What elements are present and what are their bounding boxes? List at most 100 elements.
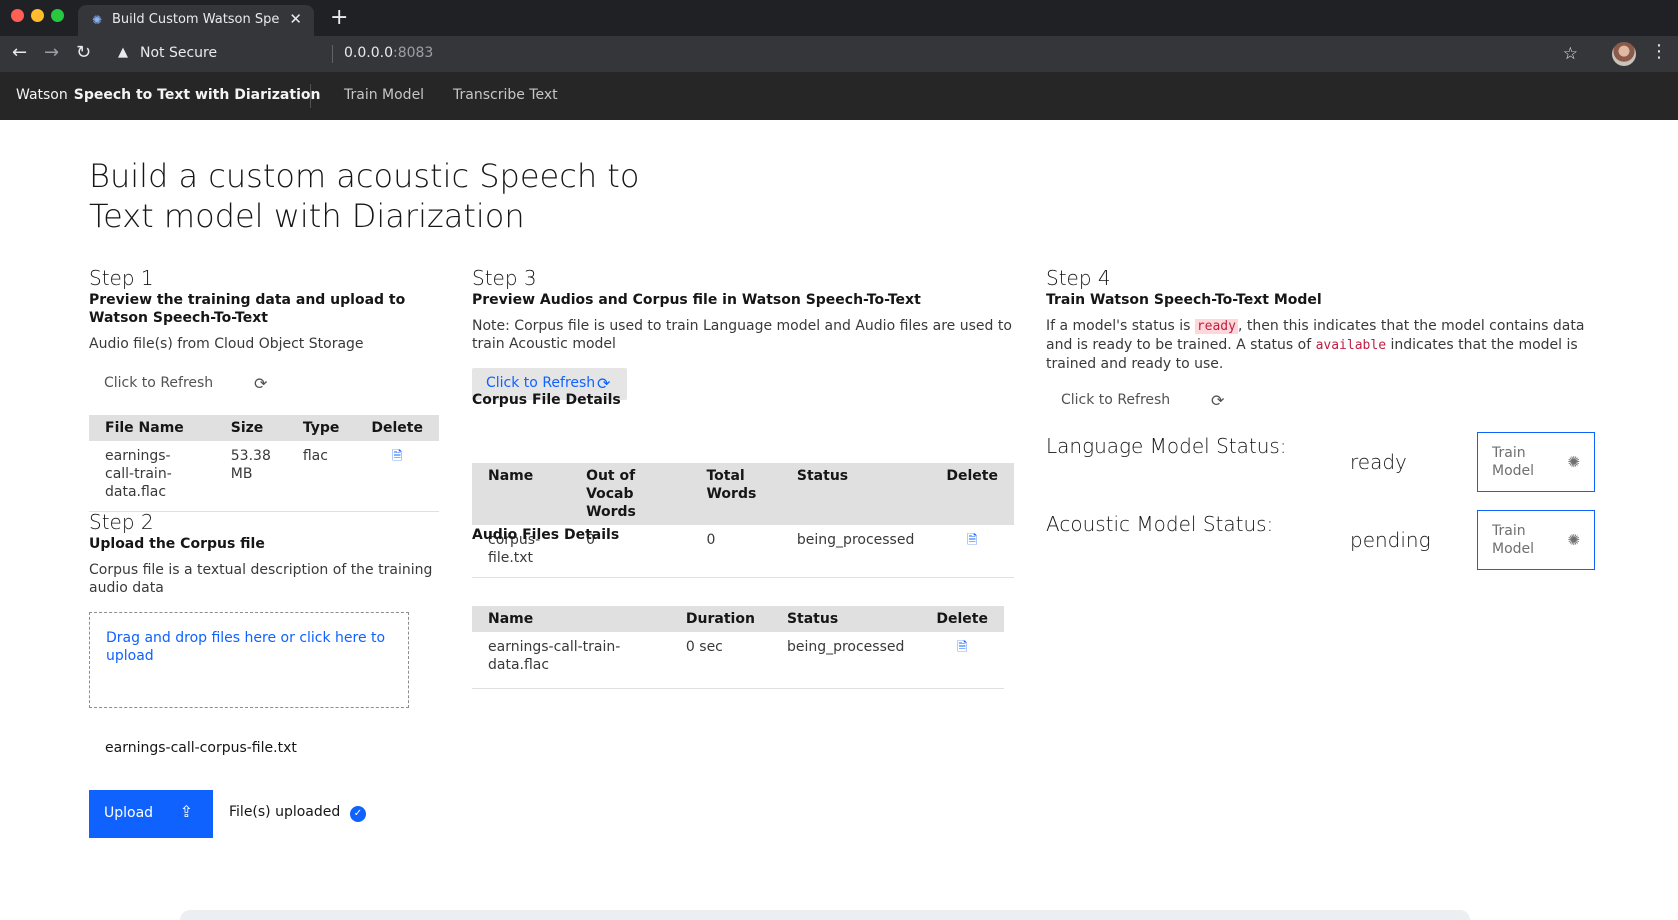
tab-title: Build Custom Watson Speech to Text — [112, 12, 280, 27]
window-minimize-button[interactable] — [31, 9, 44, 22]
nav-transcribe-text[interactable]: Transcribe Text — [453, 87, 558, 103]
address-bar[interactable]: ▲ Not Secure 0.0.0.0:8083 ☆ — [112, 40, 1592, 68]
status-ready-code: ready — [1194, 319, 1238, 334]
refresh-label: Click to Refresh — [486, 375, 596, 391]
file-dropzone[interactable]: Drag and drop files here or click here t… — [89, 612, 409, 708]
browser-toolbar: ← → ↻ ▲ Not Secure 0.0.0.0:8083 ☆ ⋮ — [0, 36, 1678, 72]
col-name: Name — [472, 606, 670, 632]
step4-refresh-button[interactable]: Click to Refresh ⟳ — [1047, 385, 1227, 417]
bottom-panel-edge — [180, 910, 1470, 920]
cell-delete: 🗎 — [355, 441, 439, 512]
col-out-of-vocab: Out of Vocab Words — [570, 463, 691, 525]
step2-heading: Step 2 — [89, 510, 154, 534]
cell-file-name: earnings-call-train-data.flac — [89, 441, 215, 512]
profile-avatar[interactable] — [1612, 42, 1636, 66]
browser-menu-icon[interactable]: ⋮ — [1650, 41, 1668, 62]
window-maximize-button[interactable] — [51, 9, 64, 22]
back-icon[interactable]: ← — [12, 42, 27, 64]
acoustic-model-status: pending — [1350, 528, 1431, 552]
url-text: 0.0.0.0:8083 — [344, 45, 434, 61]
col-name: Name — [472, 463, 571, 525]
audio-details-title: Audio Files Details — [472, 527, 620, 543]
cell-name: earnings-call-train-data.flac — [472, 632, 670, 689]
step1-files-table: File Name Size Type Delete earnings-call… — [89, 415, 439, 512]
document-icon[interactable]: 🗎 — [392, 448, 402, 466]
bookmark-star-icon[interactable]: ☆ — [1563, 44, 1578, 64]
table-header-row: Name Out of Vocab Words Total Words Stat… — [472, 463, 1014, 525]
step2-subheading: Upload the Corpus file — [89, 536, 265, 552]
step4-description: If a model's status is ready, then this … — [1046, 318, 1585, 372]
cell-status: being_processed — [780, 525, 931, 578]
step4-heading: Step 4 — [1046, 266, 1111, 290]
new-tab-icon[interactable]: + — [330, 6, 348, 30]
cell-status: being_processed — [770, 632, 921, 689]
table-header-row: Name Duration Status Delete — [472, 606, 1004, 632]
step3-heading: Step 3 — [472, 266, 537, 290]
refresh-label: Click to Refresh — [104, 375, 214, 391]
browser-tab-bar: ✺ Build Custom Watson Speech to Text ✕ + — [0, 0, 1678, 36]
document-icon[interactable]: 🗎 — [967, 532, 977, 550]
col-total-words: Total Words — [690, 463, 781, 525]
step3-note: Note: Corpus file is used to train Langu… — [472, 318, 1012, 352]
col-duration: Duration — [669, 606, 771, 632]
warning-icon: ▲ — [118, 45, 128, 60]
page-title: Build a custom acoustic Speech to Text m… — [89, 157, 640, 235]
col-file-name: File Name — [89, 415, 215, 441]
step1-heading: Step 1 — [89, 266, 154, 290]
table-header-row: File Name Size Type Delete — [89, 415, 439, 441]
col-delete: Delete — [930, 463, 1014, 525]
app-brand[interactable]: Watson Speech to Text with Diarization — [16, 87, 320, 103]
upload-button[interactable]: Upload ⇪ — [89, 790, 213, 838]
language-model-status: ready — [1350, 450, 1407, 474]
tab-close-icon[interactable]: ✕ — [289, 10, 302, 28]
upload-status: File(s) uploaded — [229, 804, 341, 820]
checkmark-icon: ✓ — [350, 806, 366, 822]
corpus-details-title: Corpus File Details — [472, 392, 621, 408]
step1-description: Audio file(s) from Cloud Object Storage — [89, 336, 364, 352]
col-delete: Delete — [920, 606, 1004, 632]
header-divider — [310, 84, 311, 108]
col-status: Status — [780, 463, 931, 525]
upload-label: Upload — [104, 805, 154, 821]
table-row: earnings-call-train-data.flac 53.38 MB f… — [89, 441, 439, 512]
selected-file-name: earnings-call-corpus-file.txt — [105, 740, 297, 756]
col-size: Size — [214, 415, 287, 441]
refresh-icon: ⟳ — [597, 374, 611, 393]
watson-icon: ✺ — [1567, 453, 1580, 471]
language-model-label: Language Model Status: — [1046, 434, 1287, 458]
reload-icon[interactable]: ↻ — [76, 42, 91, 64]
nav-train-model[interactable]: Train Model — [344, 87, 424, 103]
table-row: earnings-call-train-data.flac 0 sec bein… — [472, 632, 1004, 689]
train-language-model-button[interactable]: Train Model ✺ — [1477, 432, 1595, 492]
train-label: Train Model — [1492, 445, 1535, 479]
brand-prefix: Watson — [16, 87, 68, 103]
refresh-icon: ⟳ — [1211, 391, 1225, 410]
cell-type: flac — [286, 441, 356, 512]
document-icon[interactable]: 🗎 — [957, 639, 967, 657]
forward-icon[interactable]: → — [44, 42, 59, 64]
security-label: Not Secure — [140, 45, 218, 61]
app-header: Watson Speech to Text with Diarization Tr… — [0, 72, 1678, 120]
col-type: Type — [286, 415, 356, 441]
refresh-icon: ⟳ — [254, 374, 268, 393]
cell-size: 53.38 MB — [214, 441, 287, 512]
brand-name: Speech to Text with Diarization — [73, 87, 321, 103]
window-close-button[interactable] — [11, 9, 24, 22]
step2-description: Corpus file is a textual description of … — [89, 562, 433, 596]
audio-files-table: Name Duration Status Delete earnings-cal… — [472, 606, 1004, 689]
cell-duration: 0 sec — [669, 632, 771, 689]
upload-icon: ⇪ — [179, 802, 193, 821]
cell-delete: 🗎 — [930, 525, 1014, 578]
train-acoustic-model-button[interactable]: Train Model ✺ — [1477, 510, 1595, 570]
cell-total: 0 — [690, 525, 781, 578]
corpus-files-table: Name Out of Vocab Words Total Words Stat… — [472, 463, 1014, 578]
main-content: Build a custom acoustic Speech to Text m… — [0, 120, 1678, 920]
step1-subheading: Preview the training data and upload to … — [89, 292, 406, 326]
cell-delete: 🗎 — [920, 632, 1004, 689]
refresh-label: Click to Refresh — [1061, 392, 1171, 408]
col-delete: Delete — [355, 415, 439, 441]
browser-tab[interactable]: ✺ Build Custom Watson Speech to Text ✕ — [78, 5, 314, 36]
step4-subheading: Train Watson Speech-To-Text Model — [1046, 292, 1322, 308]
step1-refresh-button[interactable]: Click to Refresh ⟳ — [90, 368, 270, 400]
address-divider — [332, 45, 333, 63]
